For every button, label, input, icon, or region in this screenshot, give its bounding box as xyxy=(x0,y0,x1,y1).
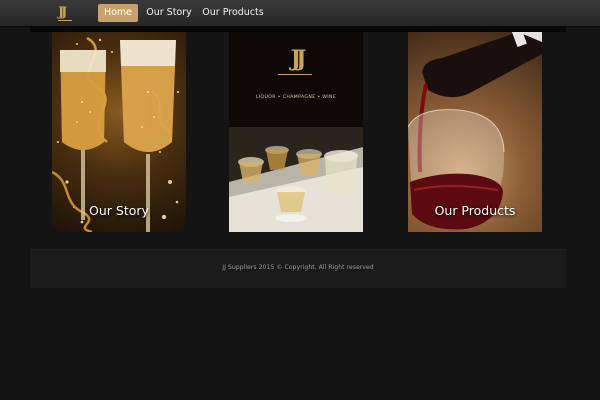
copyright-text: JJ Suppliers 2015 © Copyright. All Right… xyxy=(222,264,374,271)
brand-logo: JJ xyxy=(290,46,307,72)
champagne-glasses-image xyxy=(52,36,180,232)
top-nav-bar: JJ Home Our Story Our Products xyxy=(0,0,600,27)
our-products-tile-label[interactable]: Our Products xyxy=(408,203,542,218)
nav-our-products[interactable]: Our Products xyxy=(201,4,265,22)
our-products-tile[interactable]: Our Products xyxy=(408,32,542,232)
footer: JJ Suppliers 2015 © Copyright. All Right… xyxy=(30,249,566,288)
red-wine-pour-image xyxy=(408,32,542,230)
our-story-tile-label[interactable]: Our Story xyxy=(52,203,186,218)
nav-home[interactable]: Home xyxy=(98,4,138,22)
brand-logo-underline xyxy=(278,74,312,75)
brand-tagline: LIQUOR • CHAMPAGNE • WINE xyxy=(255,95,337,100)
site-logo[interactable]: JJ xyxy=(58,4,74,21)
our-story-tile[interactable]: Our Story xyxy=(52,32,186,232)
brand-tile: JJ LIQUOR • CHAMPAGNE • WINE xyxy=(229,32,363,232)
nav-our-story[interactable]: Our Story xyxy=(145,4,193,22)
